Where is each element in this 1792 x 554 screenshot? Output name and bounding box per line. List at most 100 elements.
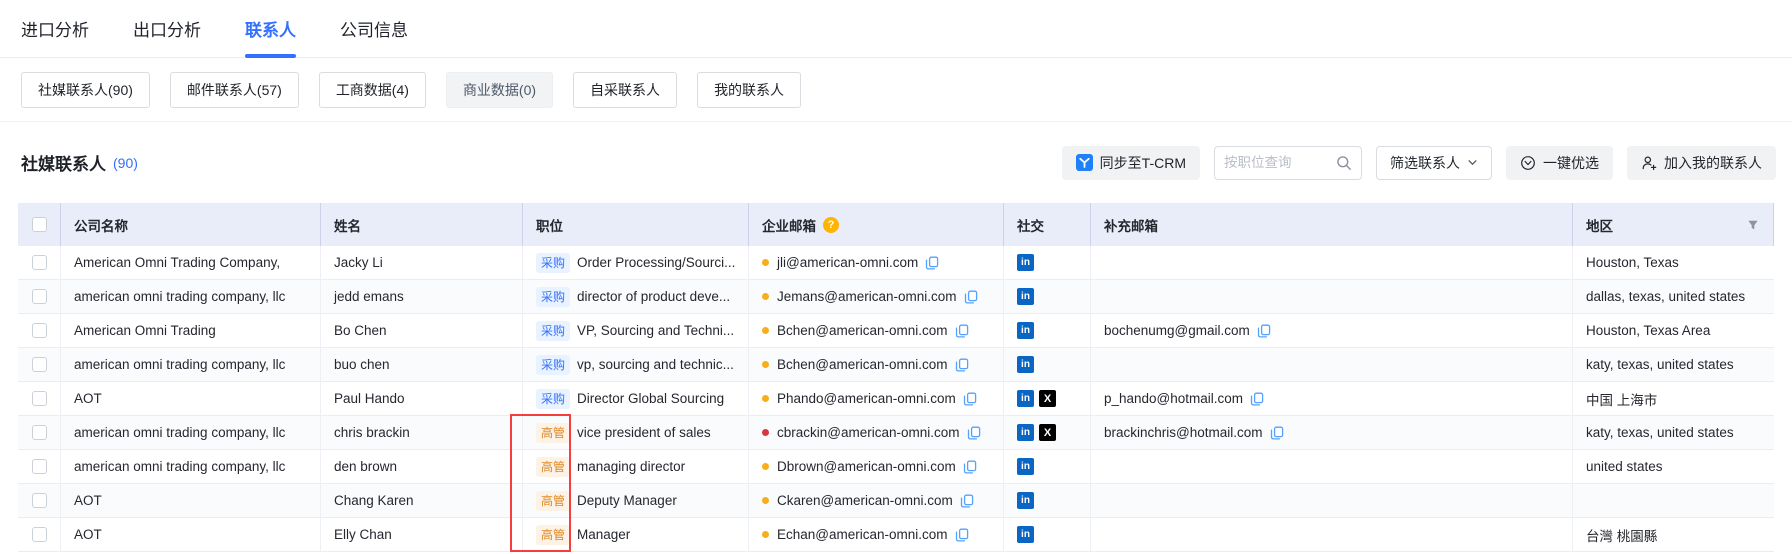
table-row: American Omni Trading Bo Chen 采购VP, Sour… — [18, 314, 1774, 348]
copy-icon[interactable] — [964, 290, 978, 304]
linkedin-icon[interactable]: in — [1017, 492, 1034, 509]
copy-icon[interactable] — [963, 392, 977, 406]
position-search-input[interactable] — [1224, 155, 1336, 170]
cell-extra-email: p_hando@hotmail.com — [1104, 391, 1243, 406]
cell-position: Deputy Manager — [577, 493, 677, 508]
copy-icon[interactable] — [955, 528, 969, 542]
tab-export-analysis[interactable]: 出口分析 — [133, 0, 201, 58]
position-tag: 采购 — [536, 389, 570, 409]
cell-position: Manager — [577, 527, 630, 542]
linkedin-icon[interactable]: in — [1017, 526, 1034, 543]
contact-source-filters: 社媒联系人(90) 邮件联系人(57) 工商数据(4) 商业数据(0) 自采联系… — [0, 58, 1792, 122]
cell-extra-email: brackinchris@hotmail.com — [1104, 425, 1263, 440]
copy-icon[interactable] — [925, 256, 939, 270]
cell-email: cbrackin@american-omni.com — [777, 425, 960, 440]
chip-social-contacts[interactable]: 社媒联系人(90) — [21, 72, 150, 108]
filter-contacts-label: 筛选联系人 — [1390, 153, 1460, 173]
copy-icon[interactable] — [963, 460, 977, 474]
help-icon[interactable]: ? — [823, 217, 839, 233]
select-all-checkbox[interactable] — [32, 217, 47, 232]
cell-name: den brown — [321, 450, 523, 484]
row-checkbox[interactable] — [32, 425, 47, 440]
position-tag: 高管 — [536, 491, 570, 511]
linkedin-icon[interactable]: in — [1017, 322, 1034, 339]
tab-contacts[interactable]: 联系人 — [245, 0, 296, 58]
row-checkbox[interactable] — [32, 357, 47, 372]
cell-name: chris brackin — [321, 416, 523, 450]
linkedin-icon[interactable]: in — [1017, 390, 1034, 407]
row-checkbox[interactable] — [32, 459, 47, 474]
row-checkbox[interactable] — [32, 493, 47, 508]
cell-position: managing director — [577, 459, 685, 474]
col-region-label: 地区 — [1586, 215, 1613, 235]
position-tag: 高管 — [536, 457, 570, 477]
cell-extra-email — [1091, 280, 1573, 314]
copy-icon[interactable] — [1270, 426, 1284, 440]
copy-icon[interactable] — [955, 324, 969, 338]
table-header-row: 公司名称 姓名 职位 企业邮箱 ? 社交 补充邮箱 地区 — [18, 203, 1774, 246]
row-checkbox[interactable] — [32, 527, 47, 542]
table-body: American Omni Trading Company, Jacky Li … — [18, 246, 1774, 552]
search-icon[interactable] — [1336, 155, 1352, 171]
cell-extra-email — [1091, 518, 1573, 552]
position-search — [1214, 146, 1362, 180]
chip-commercial-data[interactable]: 商业数据(0) — [446, 72, 553, 108]
cell-extra-email — [1091, 484, 1573, 518]
toolbar: 同步至T-CRM 筛选联系人 一键优选 — [1062, 146, 1776, 180]
one-click-optimize-button[interactable]: 一键优选 — [1506, 146, 1613, 180]
linkedin-icon[interactable]: in — [1017, 254, 1034, 271]
tab-company-info[interactable]: 公司信息 — [340, 0, 408, 58]
copy-icon[interactable] — [1257, 324, 1271, 338]
add-to-my-contacts-button[interactable]: 加入我的联系人 — [1627, 146, 1776, 180]
linkedin-icon[interactable]: in — [1017, 424, 1034, 441]
col-position: 职位 — [523, 203, 749, 246]
row-checkbox[interactable] — [32, 323, 47, 338]
cell-email: Dbrown@american-omni.com — [777, 459, 956, 474]
linkedin-icon[interactable]: in — [1017, 458, 1034, 475]
cell-region: katy, texas, united states — [1573, 416, 1774, 450]
cell-region: katy, texas, united states — [1573, 348, 1774, 382]
row-checkbox[interactable] — [32, 391, 47, 406]
cell-position: vp, sourcing and technic... — [577, 357, 734, 372]
email-status-dot — [762, 463, 769, 470]
section-count: (90) — [113, 155, 138, 171]
table-row: american omni trading company, llc buo c… — [18, 348, 1774, 382]
linkedin-icon[interactable]: in — [1017, 288, 1034, 305]
position-tag: 采购 — [536, 287, 570, 307]
filter-contacts-button[interactable]: 筛选联系人 — [1376, 146, 1492, 180]
cell-email: jli@american-omni.com — [777, 255, 918, 270]
email-status-dot — [762, 327, 769, 334]
copy-icon[interactable] — [1250, 392, 1264, 406]
cell-region: 台灣 桃園縣 — [1573, 518, 1774, 552]
copy-icon[interactable] — [955, 358, 969, 372]
col-name: 姓名 — [321, 203, 523, 246]
row-checkbox[interactable] — [32, 255, 47, 270]
cell-company: American Omni Trading Company, — [61, 246, 321, 280]
chip-self-collected[interactable]: 自采联系人 — [573, 72, 677, 108]
row-checkbox[interactable] — [32, 289, 47, 304]
cell-company: AOT — [61, 518, 321, 552]
sync-tcrm-button[interactable]: 同步至T-CRM — [1062, 146, 1200, 180]
chip-my-contacts[interactable]: 我的联系人 — [697, 72, 801, 108]
x-icon[interactable]: X — [1039, 390, 1056, 407]
table-row: American Omni Trading Company, Jacky Li … — [18, 246, 1774, 280]
chip-business-registry[interactable]: 工商数据(4) — [319, 72, 426, 108]
filter-funnel-icon[interactable] — [1747, 219, 1765, 231]
chip-email-contacts[interactable]: 邮件联系人(57) — [170, 72, 299, 108]
tcrm-icon — [1076, 154, 1093, 171]
cell-region: united states — [1573, 450, 1774, 484]
linkedin-icon[interactable]: in — [1017, 356, 1034, 373]
email-status-dot — [762, 429, 769, 436]
copy-icon[interactable] — [967, 426, 981, 440]
cell-position: Director Global Sourcing — [577, 391, 724, 406]
cell-company: AOT — [61, 484, 321, 518]
tab-bar: 进口分析 出口分析 联系人 公司信息 — [0, 0, 1792, 58]
cell-region: Houston, Texas — [1573, 246, 1774, 280]
x-icon[interactable]: X — [1039, 424, 1056, 441]
copy-icon[interactable] — [960, 494, 974, 508]
tab-import-analysis[interactable]: 进口分析 — [21, 0, 89, 58]
table-row: american omni trading company, llc chris… — [18, 416, 1774, 450]
chevron-down-icon — [1467, 157, 1478, 168]
cell-name: jedd emans — [321, 280, 523, 314]
col-company: 公司名称 — [61, 203, 321, 246]
